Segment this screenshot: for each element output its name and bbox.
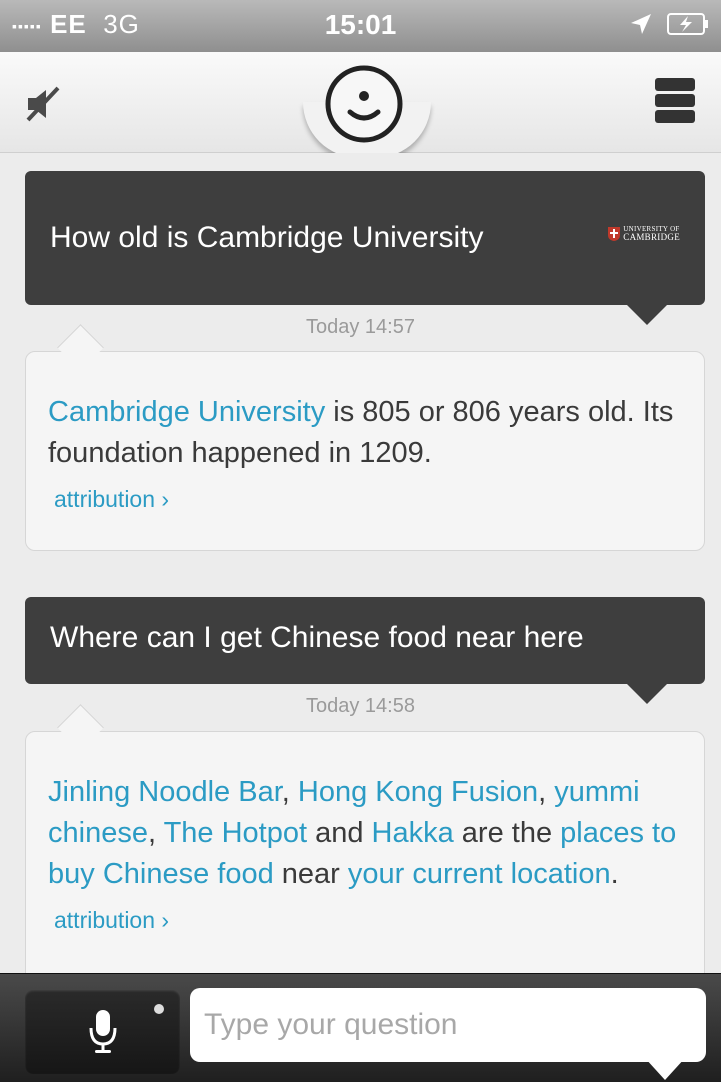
stacked-menu-icon (655, 78, 695, 123)
chevron-right-icon: › (161, 486, 170, 512)
location-arrow-icon (629, 12, 653, 41)
attribution-link[interactable]: attribution › (54, 905, 682, 935)
microphone-icon (89, 1010, 117, 1053)
status-time: 15:01 (324, 9, 397, 40)
battery-charging-icon (667, 12, 709, 41)
answer-bubble: Cambridge University is 805 or 806 years… (25, 324, 705, 551)
mute-button[interactable] (22, 82, 66, 126)
question-text: Where can I get Chinese food near here (50, 621, 584, 654)
question-bubble: Where can I get Chinese food near here (25, 597, 705, 704)
question-bubble: How old is Cambridge University UNIVERSI… (25, 171, 705, 325)
menu-button[interactable] (653, 76, 697, 126)
location-link[interactable]: your current location (348, 858, 611, 890)
speaker-muted-icon (26, 86, 60, 122)
indicator-dot (154, 1004, 164, 1014)
answer-text: Cambridge University is 805 or 806 years… (48, 396, 674, 469)
attribution-link[interactable]: attribution › (54, 484, 682, 514)
answer-link[interactable]: Cambridge University (48, 396, 325, 428)
timestamp: Today 14:58 (306, 695, 415, 717)
answer-text: Jinling Noodle Bar, Hong Kong Fusion, yu… (48, 776, 677, 890)
place-link[interactable]: Hakka (372, 817, 454, 849)
chevron-right-icon: › (161, 907, 170, 933)
logo-line2: CAMBRIDGE (623, 232, 680, 242)
place-link[interactable]: Hong Kong Fusion (298, 776, 538, 808)
answer-bubble: Jinling Noodle Bar, Hong Kong Fusion, yu… (25, 704, 705, 973)
smiley-face-icon[interactable] (322, 62, 406, 146)
cambridge-logo: UNIVERSITY OF CAMBRIDGE (608, 226, 680, 242)
status-bar: ▪▪▪▪▪ EE 3G 15:01 (0, 0, 721, 52)
app-header (0, 52, 721, 158)
place-link[interactable]: Jinling Noodle Bar (48, 776, 282, 808)
crest-icon (608, 227, 621, 241)
question-input[interactable] (190, 988, 706, 1062)
question-text: How old is Cambridge University (50, 221, 484, 254)
timestamp: Today 14:57 (306, 316, 415, 338)
microphone-button[interactable] (25, 990, 180, 1074)
input-bar (0, 973, 721, 1082)
place-link[interactable]: The Hotpot (164, 817, 307, 849)
conversation-area[interactable]: How old is Cambridge University UNIVERSI… (0, 153, 721, 973)
